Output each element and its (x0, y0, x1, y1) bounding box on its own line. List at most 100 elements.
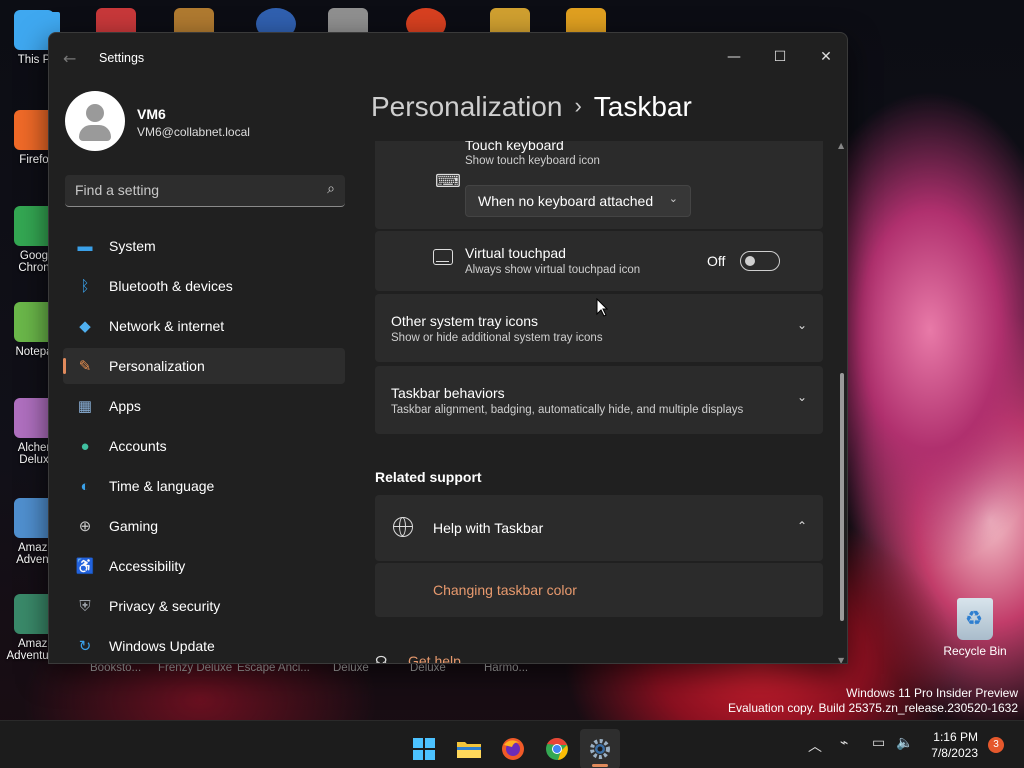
touch-keyboard-title: Touch keyboard (465, 141, 564, 153)
breadcrumb-separator-icon: › (574, 93, 582, 118)
evaluation-watermark: Windows 11 Pro Insider Preview Evaluatio… (728, 686, 1018, 716)
virtual-touchpad-card: Virtual touchpad Always show virtual tou… (375, 231, 823, 291)
chrome-icon (546, 737, 568, 760)
sidebar-item-label: Time & language (109, 478, 215, 494)
sidebar-nav: ▬ System ᛒ Bluetooth & devices ◆ Network & in… (63, 228, 345, 663)
firefox-icon (502, 738, 524, 760)
show-hidden-icons-chevron-icon[interactable]: ︿ (808, 736, 822, 756)
sidebar-item-system[interactable]: ▬ System (63, 228, 345, 264)
chevron-down-icon[interactable]: ⌄ (797, 318, 807, 332)
sidebar-item-network-internet[interactable]: ◆ Network & internet (63, 308, 345, 344)
search-box[interactable]: ⌕ (65, 175, 345, 207)
sidebar-item-icon: ⛨ (79, 597, 91, 615)
scroll-up-arrow-icon[interactable]: ▲ (838, 141, 844, 150)
chevron-up-icon[interactable]: ⌃ (797, 519, 807, 533)
folder-icon (457, 742, 481, 758)
sidebar-item-icon: ♿ (75, 558, 95, 575)
profile-name: VM6 (137, 106, 166, 122)
touch-keyboard-subtitle: Show touch keyboard icon (465, 155, 600, 167)
related-support-heading: Related support (375, 469, 482, 485)
chevron-down-icon[interactable]: ⌄ (797, 390, 807, 404)
avatar (65, 91, 125, 151)
windows-logo-icon (413, 738, 435, 760)
sidebar-item-icon: ⊕ (78, 518, 92, 535)
settings-taskbar-button[interactable] (580, 729, 620, 768)
virtual-touchpad-subtitle: Always show virtual touchpad icon (465, 264, 641, 276)
breadcrumb-parent[interactable]: Personalization (371, 91, 562, 122)
volume-icon[interactable]: 🔈 (896, 735, 913, 751)
globe-icon (393, 517, 413, 537)
title-bar[interactable]: ← Settings — ☐ ✕ (49, 33, 847, 81)
maximize-button[interactable]: ☐ (757, 41, 803, 73)
mouse-cursor-icon (596, 298, 608, 317)
notification-badge[interactable]: 3 (988, 737, 1004, 753)
minimize-button[interactable]: — (711, 41, 757, 73)
sidebar-item-label: Personalization (109, 358, 205, 374)
back-arrow-icon[interactable]: ← (63, 49, 76, 68)
chevron-down-icon: ⌄ (668, 193, 678, 205)
sidebar-item-icon: ◐ (80, 477, 90, 495)
taskbar-behaviors-card[interactable]: Taskbar behaviors Taskbar alignment, bad… (375, 366, 823, 434)
touchpad-icon (433, 249, 453, 265)
sidebar-item-label: Gaming (109, 518, 159, 534)
clock-time: 1:16 PM (933, 730, 978, 744)
search-icon[interactable]: ⌕ (327, 181, 335, 197)
sidebar-item-accounts[interactable]: ● Accounts (63, 428, 345, 464)
breadcrumb: Personalization › Taskbar (371, 91, 692, 123)
sidebar-item-windows-update[interactable]: ↻ Windows Update (63, 628, 345, 663)
recycle-bin[interactable]: Recycle Bin (942, 598, 1008, 658)
sidebar-item-label: Apps (109, 398, 141, 414)
watermark-line-2: Evaluation copy. Build 25375.zn_release.… (728, 701, 1018, 715)
sidebar-item-bluetooth-devices[interactable]: ᛒ Bluetooth & devices (63, 268, 345, 304)
recycle-bin-label: Recycle Bin (943, 644, 1007, 658)
get-help-link[interactable]: Get help (408, 653, 461, 663)
changing-taskbar-color-link[interactable]: Changing taskbar color (433, 582, 577, 598)
sidebar-item-icon: ✎ (78, 358, 92, 375)
sidebar-item-label: Privacy & security (109, 598, 221, 614)
sidebar-item-icon: ◆ (79, 318, 91, 335)
profile-email: VM6@collabnet.local (137, 125, 250, 139)
close-button[interactable]: ✕ (803, 41, 847, 73)
sidebar-item-privacy-security[interactable]: ⛨ Privacy & security (63, 588, 345, 624)
avatar-body (79, 125, 111, 141)
sidebar-item-gaming[interactable]: ⊕ Gaming (63, 508, 345, 544)
network-disconnected-icon[interactable]: ⌁ (840, 735, 848, 751)
sidebar-item-label: Accessibility (109, 558, 186, 574)
virtual-touchpad-title: Virtual touchpad (465, 245, 566, 261)
clock[interactable]: 1:16 PM 7/8/2023 (920, 729, 978, 761)
sidebar-item-icon: ● (80, 437, 90, 455)
sidebar-item-personalization[interactable]: ✎ Personalization (63, 348, 345, 384)
gear-icon (590, 739, 610, 759)
file-explorer-button[interactable] (449, 729, 489, 768)
device-icon[interactable]: ▭ (872, 735, 885, 751)
help-title: Help with Taskbar (433, 520, 544, 536)
virtual-touchpad-toggle[interactable] (740, 251, 780, 271)
firefox-taskbar-button[interactable] (493, 729, 533, 768)
sidebar-item-time-language[interactable]: ◐ Time & language (63, 468, 345, 504)
clock-date: 7/8/2023 (931, 746, 978, 760)
sidebar-item-label: Network & internet (109, 318, 225, 334)
get-help-icon: ☊ (375, 653, 388, 664)
taskbar: ︿ ⌁ ▭ 🔈 1:16 PM 7/8/2023 3 (0, 720, 1024, 768)
taskbar-behaviors-subtitle: Taskbar alignment, badging, automaticall… (391, 404, 744, 416)
help-with-taskbar-card[interactable]: Help with Taskbar ⌃ (375, 495, 823, 561)
search-input[interactable] (65, 175, 305, 205)
toggle-knob (745, 256, 755, 266)
start-button[interactable] (404, 729, 444, 768)
help-link-card: Changing taskbar color (375, 563, 823, 617)
keyboard-icon: ⌨ (435, 171, 461, 191)
sidebar-item-label: System (109, 238, 156, 254)
sidebar-item-icon: ▬ (77, 237, 93, 255)
content-scrollbar[interactable]: ▲ ▼ (838, 141, 845, 663)
toggle-state-label: Off (707, 253, 726, 269)
other-tray-title: Other system tray icons (391, 313, 539, 329)
sidebar-item-accessibility[interactable]: ♿ Accessibility (63, 548, 345, 584)
touch-keyboard-dropdown[interactable]: When no keyboard attached ⌄ (465, 185, 691, 217)
scrollbar-thumb[interactable] (840, 373, 844, 621)
sidebar-item-icon: ᛒ (80, 277, 90, 295)
sidebar-item-label: Bluetooth & devices (109, 278, 233, 294)
scroll-down-arrow-icon[interactable]: ▼ (838, 656, 844, 663)
sidebar-item-apps[interactable]: ▦ Apps (63, 388, 345, 424)
watermark-line-1: Windows 11 Pro Insider Preview (846, 686, 1018, 700)
chrome-taskbar-button[interactable] (537, 729, 577, 768)
